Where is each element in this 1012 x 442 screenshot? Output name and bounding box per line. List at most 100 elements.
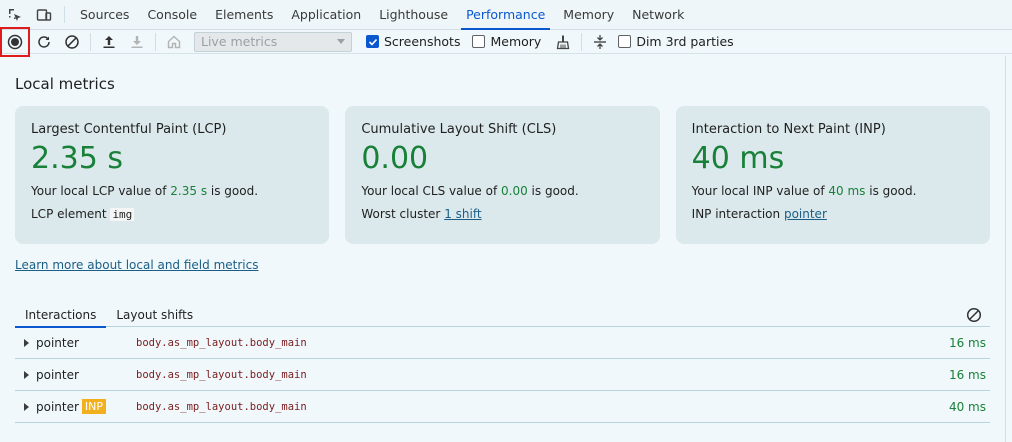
- description-suffix: is good.: [865, 184, 917, 198]
- scrollbar[interactable]: [1006, 56, 1012, 442]
- toolbar-divider: [581, 32, 583, 51]
- performance-toolbar: Live metrics Screenshots Memory Dim 3rd …: [0, 27, 1012, 57]
- tab-lighthouse[interactable]: Lighthouse: [370, 0, 457, 29]
- metric-card-value: 2.35 s: [31, 141, 123, 176]
- detail-link[interactable]: pointer: [784, 207, 827, 221]
- interactions-tabs: Interactions Layout shifts: [15, 303, 203, 328]
- tab-elements[interactable]: Elements: [206, 0, 282, 29]
- tab-sources[interactable]: Sources: [71, 0, 138, 29]
- interaction-node[interactable]: body.as_mp_layout.body_main: [136, 369, 307, 381]
- clear-interactions-button[interactable]: [966, 307, 982, 326]
- record-button[interactable]: [0, 27, 30, 57]
- interaction-row[interactable]: pointer body.as_mp_layout.body_main 16 ms: [15, 359, 990, 391]
- load-profile-button[interactable]: [95, 30, 123, 54]
- metric-card: Interaction to Next Paint (INP) 40 ms Your…: [675, 106, 990, 244]
- detail-label: LCP element: [31, 207, 107, 221]
- memory-checkbox-box[interactable]: [472, 35, 486, 48]
- home-icon: [167, 35, 181, 48]
- subtab-interactions[interactable]: Interactions: [15, 303, 107, 328]
- metric-card-description: Your local INP value of 40 ms is good.: [692, 184, 974, 198]
- dim-3rd-parties-checkbox-box[interactable]: [618, 35, 632, 48]
- recording-select-value: Live metrics: [201, 34, 278, 49]
- chevron-down-icon: [337, 38, 345, 44]
- expand-arrow-icon[interactable]: [24, 338, 29, 347]
- detail-link[interactable]: 1 shift: [444, 207, 481, 221]
- memory-label: Memory: [490, 34, 542, 49]
- metric-card: Largest Contentful Paint (LCP) 2.35 s Your…: [15, 106, 330, 244]
- devtools-tabs: Sources Console Elements Application Lightho…: [71, 0, 693, 30]
- tabbar-divider: [64, 6, 65, 23]
- upload-icon: [103, 35, 115, 48]
- detail-element[interactable]: img: [110, 208, 135, 221]
- tab-console[interactable]: Console: [138, 0, 206, 29]
- learn-more-link[interactable]: Learn more about local and field metrics: [15, 258, 258, 272]
- interactions-tabbar: Interactions Layout shifts: [15, 303, 990, 328]
- description-suffix: is good.: [527, 184, 579, 198]
- collapse-button[interactable]: [586, 30, 614, 54]
- checkmark-icon: [368, 38, 377, 46]
- tab-application[interactable]: Application: [282, 0, 370, 29]
- metric-card-title: Cumulative Layout Shift (CLS): [361, 122, 557, 137]
- description-prefix: Your local INP value of: [691, 184, 829, 198]
- interaction-type-label: pointer: [36, 367, 79, 382]
- memory-checkbox[interactable]: Memory: [472, 34, 541, 49]
- screenshots-label: Screenshots: [384, 34, 461, 49]
- tab-network[interactable]: Network: [623, 0, 693, 29]
- metric-card: Cumulative Layout Shift (CLS) 0.00 Your lo…: [345, 106, 660, 244]
- metric-card-value: 0.00: [361, 141, 429, 176]
- dim-3rd-parties-checkbox[interactable]: Dim 3rd parties: [618, 34, 734, 49]
- devtools-tabbar: Sources Console Elements Application Lightho…: [0, 0, 1012, 30]
- inp-badge: INP: [81, 399, 107, 414]
- interaction-row[interactable]: pointer INP body.as_mp_layout.body_main 40 …: [15, 391, 990, 423]
- metric-cards: Largest Contentful Paint (LCP) 2.35 s Your…: [15, 106, 990, 244]
- interaction-row[interactable]: pointer body.as_mp_layout.body_main 16 ms: [15, 327, 990, 359]
- toolbar-divider: [90, 32, 91, 51]
- reload-record-button[interactable]: [30, 30, 58, 54]
- local-metrics-title: Local metrics: [15, 75, 115, 93]
- save-profile-button[interactable]: [123, 30, 151, 54]
- screenshots-checkbox[interactable]: Screenshots: [366, 34, 460, 49]
- interaction-node[interactable]: body.as_mp_layout.body_main: [136, 337, 307, 349]
- subtab-layout-shifts[interactable]: Layout shifts: [106, 303, 203, 327]
- interaction-duration: 16 ms: [948, 335, 986, 350]
- interaction-duration: 16 ms: [948, 367, 986, 382]
- interactions-list: pointer body.as_mp_layout.body_main 16 ms p…: [15, 327, 990, 423]
- device-toolbar-icon[interactable]: [29, 0, 58, 29]
- description-suffix: is good.: [207, 184, 259, 198]
- metric-card-detail: Worst cluster 1 shift: [361, 207, 643, 221]
- detail-label: INP interaction: [691, 207, 781, 221]
- tab-memory[interactable]: Memory: [554, 0, 623, 29]
- metric-card-title: Interaction to Next Paint (INP): [691, 122, 886, 137]
- record-icon: [7, 34, 23, 50]
- metric-card-description: Your local CLS value of 0.00 is good.: [361, 184, 643, 198]
- description-prefix: Your local CLS value of: [361, 184, 502, 198]
- collapse-icon: [594, 34, 607, 49]
- dim-3rd-parties-label: Dim 3rd parties: [636, 34, 734, 49]
- interaction-type: pointer: [36, 368, 136, 382]
- detail-label: Worst cluster: [361, 207, 441, 221]
- tab-performance[interactable]: Performance: [457, 0, 554, 30]
- expand-arrow-icon[interactable]: [24, 402, 29, 411]
- interaction-type-label: pointer: [36, 335, 79, 350]
- clear-icon: [65, 34, 79, 49]
- metric-card-title: Largest Contentful Paint (LCP): [31, 122, 227, 137]
- interaction-node[interactable]: body.as_mp_layout.body_main: [136, 401, 307, 413]
- clear-button[interactable]: [58, 30, 86, 54]
- metric-card-detail: INP interaction pointer: [692, 207, 974, 221]
- toolbar-divider: [155, 32, 156, 51]
- clear-icon: [966, 307, 982, 323]
- metric-card-description: Your local LCP value of 2.35 s is good.: [31, 184, 313, 198]
- recording-select[interactable]: Live metrics: [194, 31, 352, 52]
- download-icon: [131, 35, 143, 48]
- reload-icon: [38, 35, 50, 48]
- screenshots-checkbox-box[interactable]: [366, 35, 379, 48]
- interaction-type: pointer INP: [36, 399, 136, 414]
- description-prefix: Your local LCP value of: [31, 184, 171, 198]
- metric-card-detail: LCP element img: [31, 207, 313, 221]
- expand-arrow-icon[interactable]: [24, 370, 29, 379]
- garbage-collect-button[interactable]: [549, 30, 577, 54]
- element-picker-icon[interactable]: [0, 0, 29, 29]
- description-value: 40 ms: [828, 184, 866, 198]
- home-button[interactable]: [160, 30, 188, 54]
- metric-card-value: 40 ms: [691, 141, 785, 176]
